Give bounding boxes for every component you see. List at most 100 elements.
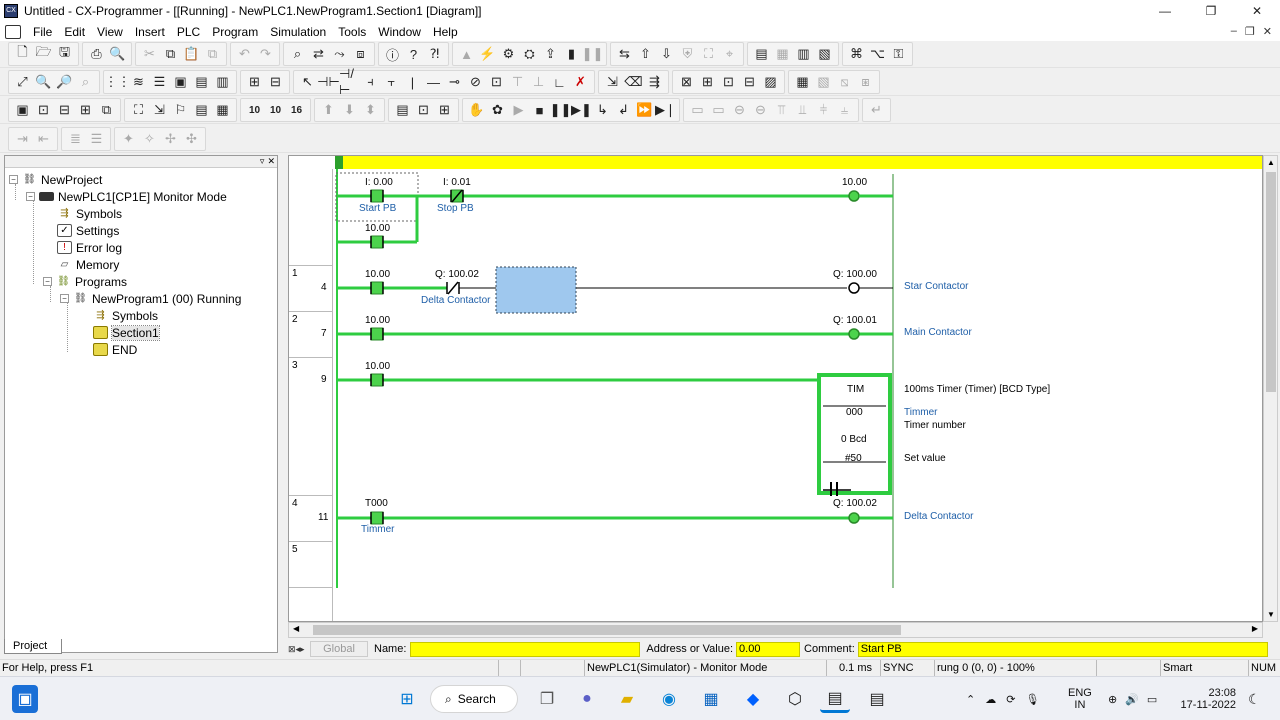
menu-plc[interactable]: PLC bbox=[171, 25, 206, 39]
window-props-icon[interactable]: ⧉ bbox=[96, 100, 117, 120]
arrange-icon[interactable]: ▧ bbox=[814, 44, 835, 64]
pane-pin-icon[interactable]: ▿ bbox=[260, 156, 265, 167]
cut-icon[interactable]: ✂ bbox=[139, 44, 160, 64]
horizontal-scrollbar[interactable]: ◀ ▶ bbox=[288, 622, 1263, 638]
compile-icon[interactable]: ⛭ bbox=[519, 44, 540, 64]
pause-sim-icon[interactable]: ❚❚ bbox=[550, 100, 572, 120]
step-out-icon[interactable]: ↲ bbox=[613, 100, 634, 120]
set-icon[interactable]: ⬆ bbox=[318, 100, 339, 120]
show-symbols-icon[interactable]: ▣ bbox=[170, 72, 191, 92]
new-coil-icon[interactable]: ⊸ bbox=[444, 72, 465, 92]
menu-window[interactable]: Window bbox=[372, 25, 427, 39]
run-mode-icon[interactable]: ▮ bbox=[561, 44, 582, 64]
output-icon[interactable]: ⌥ bbox=[867, 44, 888, 64]
grid-icon[interactable]: ⋮⋮ bbox=[105, 72, 131, 92]
list-alt-icon[interactable]: ☰ bbox=[86, 129, 107, 149]
tile-icon[interactable]: ▦ bbox=[772, 44, 793, 64]
store-icon[interactable]: ▦ bbox=[696, 685, 726, 713]
new-pt-coil-icon[interactable]: ⊥ bbox=[528, 72, 549, 92]
zoom-in-icon[interactable]: 🔍 bbox=[33, 72, 54, 92]
battery-icon[interactable]: ▭ bbox=[1147, 693, 1157, 706]
sim-breakpoint-icon[interactable]: ⊞ bbox=[434, 100, 455, 120]
window-icon[interactable]: ▤ bbox=[751, 44, 772, 64]
open-icon[interactable]: 🗁 bbox=[33, 44, 54, 64]
undo-icon[interactable]: ↶ bbox=[234, 44, 255, 64]
window-output-icon[interactable]: ⊡ bbox=[33, 100, 54, 120]
mdi-restore-button[interactable]: ❐ bbox=[1245, 25, 1255, 38]
menu-program[interactable]: Program bbox=[206, 25, 264, 39]
step-in-icon[interactable]: ↳ bbox=[592, 100, 613, 120]
transfer-icon[interactable]: ⇪ bbox=[540, 44, 561, 64]
tree-item-symbols[interactable]: ⇶ Symbols bbox=[57, 205, 122, 222]
file-explorer-icon[interactable]: ▰ bbox=[612, 685, 642, 713]
monitor-icon[interactable]: ⚡ bbox=[477, 44, 498, 64]
stop-icon[interactable]: ■ bbox=[529, 100, 550, 120]
name-field[interactable] bbox=[410, 641, 641, 657]
zoom-out-icon[interactable]: 🔎 bbox=[54, 72, 75, 92]
protect-icon[interactable]: ⛨ bbox=[677, 44, 698, 64]
mdi-minimize-button[interactable]: – bbox=[1231, 25, 1237, 38]
zoom-icon[interactable]: ⌕ bbox=[75, 72, 96, 92]
pane-close-icon[interactable]: ✕ bbox=[267, 156, 275, 167]
return-icon[interactable]: ↵ bbox=[866, 100, 887, 120]
align-e-icon[interactable]: ⫪ bbox=[771, 100, 792, 120]
line-delete-icon[interactable]: ✗ bbox=[570, 72, 591, 92]
tree-item-newproject[interactable]: − ⛓ NewProject bbox=[9, 171, 102, 188]
hand-icon[interactable]: ✋ bbox=[466, 100, 487, 120]
fast-forward-icon[interactable]: ⏩ bbox=[634, 100, 655, 120]
bookmark-icon[interactable]: ⚐ bbox=[170, 100, 191, 120]
tool-b-icon[interactable]: ✧ bbox=[139, 129, 160, 149]
collapse-icon[interactable]: − bbox=[9, 175, 18, 184]
settings-app-icon[interactable]: ⬡ bbox=[780, 685, 810, 713]
tool-c-icon[interactable]: ✢ bbox=[160, 129, 181, 149]
reset-icon[interactable]: ⬇ bbox=[339, 100, 360, 120]
list-icon[interactable]: ≣ bbox=[65, 129, 86, 149]
vertical-scrollbar[interactable]: ▲ ▼ bbox=[1263, 155, 1278, 622]
scroll-left-icon[interactable]: ◀ bbox=[293, 624, 299, 633]
view-icon-b[interactable]: ⊞ bbox=[697, 72, 718, 92]
menu-insert[interactable]: Insert bbox=[129, 25, 171, 39]
notifications-icon[interactable]: ☾ bbox=[1248, 677, 1261, 720]
tab-global[interactable]: Global bbox=[310, 641, 368, 657]
align-b-icon[interactable]: ▭ bbox=[708, 100, 729, 120]
cross-reference-icon[interactable]: ⧈ bbox=[350, 44, 371, 64]
key-icon[interactable]: ⚿ bbox=[888, 44, 909, 64]
menu-help[interactable]: Help bbox=[427, 25, 464, 39]
paste-icon[interactable]: 📋 bbox=[181, 44, 202, 64]
window-project-icon[interactable]: ▣ bbox=[12, 100, 33, 120]
show-bits-icon[interactable]: ▥ bbox=[212, 72, 233, 92]
new-contact-icon[interactable]: ⊣⊢ bbox=[317, 72, 340, 92]
document-menu-icon[interactable] bbox=[5, 24, 21, 39]
tree-item-error-log[interactable]: ! Error log bbox=[57, 239, 122, 256]
tree-item-settings[interactable]: ✓ Settings bbox=[57, 222, 119, 239]
copy-icon[interactable]: ⧉ bbox=[160, 44, 181, 64]
align-h-icon[interactable]: ⫨ bbox=[834, 100, 855, 120]
show-io-icon[interactable]: ▤ bbox=[191, 72, 212, 92]
section-icon[interactable]: ⛶ bbox=[128, 100, 149, 120]
simulator-icon[interactable]: ▤ bbox=[862, 685, 892, 713]
clock[interactable]: 23:08 17-11-2022 bbox=[1180, 677, 1236, 720]
cancel-edit-icon[interactable]: ⌫ bbox=[623, 72, 644, 92]
release-icon[interactable]: ⛶ bbox=[698, 44, 719, 64]
scroll-thumb[interactable] bbox=[313, 625, 901, 635]
tree-item-program-symbols[interactable]: ⇶ Symbols bbox=[93, 307, 158, 324]
dropbox-icon[interactable]: ◆ bbox=[738, 685, 768, 713]
outdent-icon[interactable]: ⇤ bbox=[33, 129, 54, 149]
comment-field[interactable]: Start PB bbox=[857, 641, 1268, 657]
chevron-up-icon[interactable]: ⌃ bbox=[966, 693, 975, 706]
redo-icon[interactable]: ↷ bbox=[255, 44, 276, 64]
tree-item-programs[interactable]: − ⛓ Programs bbox=[43, 273, 127, 290]
ladder-icon[interactable]: ⊟ bbox=[265, 72, 286, 92]
restore-button[interactable]: ❐ bbox=[1188, 0, 1234, 22]
rung-comments-icon[interactable]: ☰ bbox=[149, 72, 170, 92]
replace-icon[interactable]: ⇄ bbox=[308, 44, 329, 64]
debug-icon[interactable]: ⚙ bbox=[498, 44, 519, 64]
pause-icon[interactable]: ❚❚ bbox=[582, 44, 604, 64]
menu-tools[interactable]: Tools bbox=[332, 25, 372, 39]
force-set-icon[interactable]: ⬍ bbox=[360, 100, 381, 120]
sync-icon[interactable]: ⟳ bbox=[1006, 693, 1015, 706]
ladder-diagram[interactable]: 1 4 2 7 3 9 4 11 5 I: 0.00 Start PB I: 0… bbox=[288, 155, 1263, 622]
globe-icon[interactable]: ⊕ bbox=[1108, 693, 1117, 706]
print-icon[interactable]: ⎙ bbox=[86, 44, 107, 64]
paste-special-icon[interactable]: ⧉ bbox=[202, 44, 223, 64]
